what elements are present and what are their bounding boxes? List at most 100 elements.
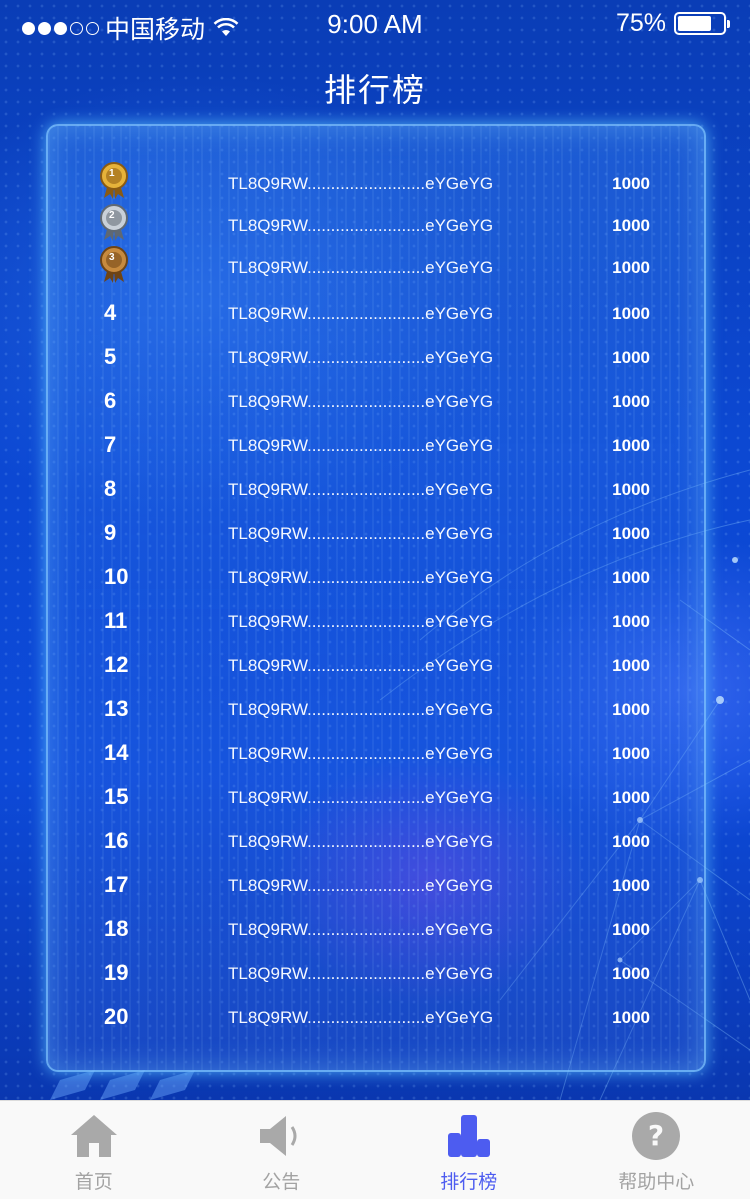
wallet-address: TL8Q9RW.........................eYGeYG [228, 876, 494, 895]
score-value: 1000 [612, 174, 650, 193]
svg-text:?: ? [648, 1119, 664, 1152]
tab-home[interactable]: 首页 [0, 1101, 188, 1199]
wallet-address: TL8Q9RW.........................eYGeYG [228, 258, 494, 277]
tab-label: 首页 [74, 1172, 113, 1193]
ranking-panel[interactable]: 1 TL8Q9RW.........................eYGeYG 1… [46, 124, 706, 1072]
ranking-row[interactable]: 13 TL8Q9RW.........................eYGeYG… [48, 692, 704, 736]
rank-number: 8 [104, 476, 117, 501]
score-value: 1000 [612, 876, 650, 895]
home-icon [68, 1111, 120, 1161]
ranking-row[interactable]: 19 TL8Q9RW.........................eYGeYG… [48, 956, 704, 1000]
rank-number: 9 [104, 520, 117, 545]
ranking-row[interactable]: 20 TL8Q9RW.........................eYGeYG… [48, 1000, 704, 1044]
speaker-icon [255, 1111, 307, 1161]
score-value: 1000 [612, 964, 650, 983]
score-value: 1000 [612, 700, 650, 719]
rank-number: 10 [104, 564, 129, 589]
score-value: 1000 [612, 744, 650, 763]
tab-help-center[interactable]: ? 帮助中心 [563, 1101, 750, 1199]
score-value: 1000 [612, 304, 650, 323]
wallet-address: TL8Q9RW.........................eYGeYG [228, 568, 494, 587]
rank-number: 14 [104, 740, 129, 765]
tab-label: 帮助中心 [618, 1172, 695, 1193]
score-value: 1000 [612, 348, 650, 367]
page-title: 排行榜 [323, 72, 426, 108]
rank-number: 7 [104, 432, 117, 457]
wallet-address: TL8Q9RW.........................eYGeYG [228, 700, 494, 719]
wallet-address: TL8Q9RW.........................eYGeYG [228, 964, 494, 983]
score-value: 1000 [612, 480, 650, 499]
ranking-row[interactable]: 6 TL8Q9RW.........................eYGeYG 1… [48, 384, 704, 428]
ranking-row[interactable]: 1 TL8Q9RW.........................eYGeYG 1… [48, 162, 704, 210]
wallet-address: TL8Q9RW.........................eYGeYG [228, 480, 494, 499]
wallet-address: TL8Q9RW.........................eYGeYG [228, 612, 494, 631]
wallet-address: TL8Q9RW.........................eYGeYG [228, 304, 494, 323]
wallet-address: TL8Q9RW.........................eYGeYG [228, 174, 494, 193]
score-value: 1000 [612, 656, 650, 675]
rank-number: 19 [104, 960, 129, 985]
wallet-address: TL8Q9RW.........................eYGeYG [228, 524, 494, 543]
rank-number: 4 [104, 300, 117, 325]
help-icon: ? [630, 1111, 682, 1161]
rank-number: 6 [104, 388, 117, 413]
wallet-address: TL8Q9RW.........................eYGeYG [228, 436, 494, 455]
ranking-row[interactable]: 8 TL8Q9RW.........................eYGeYG 1… [48, 472, 704, 516]
score-value: 1000 [612, 392, 650, 411]
tab-label: 公告 [262, 1172, 301, 1193]
rank-number: 17 [104, 872, 129, 897]
score-value: 1000 [612, 612, 650, 631]
ranking-icon [443, 1111, 495, 1161]
rank-number: 5 [104, 344, 117, 369]
rank-number: 3 [109, 252, 115, 263]
rank-number: 12 [104, 652, 129, 677]
wallet-address: TL8Q9RW.........................eYGeYG [228, 656, 494, 675]
rank-number: 18 [104, 916, 129, 941]
silver-medal-icon: 2 [100, 204, 128, 242]
ranking-row[interactable]: 15 TL8Q9RW.........................eYGeYG… [48, 780, 704, 824]
ranking-row[interactable]: 2 TL8Q9RW.........................eYGeYG 1… [48, 204, 704, 252]
bronze-medal-icon: 3 [100, 246, 128, 284]
score-value: 1000 [612, 524, 650, 543]
rank-number: 20 [104, 1004, 129, 1029]
score-value: 1000 [612, 1008, 650, 1027]
ranking-row[interactable]: 9 TL8Q9RW.........................eYGeYG 1… [48, 516, 704, 560]
ranking-row[interactable]: 16 TL8Q9RW.........................eYGeYG… [48, 824, 704, 868]
score-value: 1000 [612, 920, 650, 939]
ranking-row[interactable]: 4 TL8Q9RW.........................eYGeYG 1… [48, 296, 704, 340]
wallet-address: TL8Q9RW.........................eYGeYG [228, 1008, 494, 1027]
ranking-row[interactable]: 10 TL8Q9RW.........................eYGeYG… [48, 560, 704, 604]
wallet-address: TL8Q9RW.........................eYGeYG [228, 744, 494, 763]
wallet-address: TL8Q9RW.........................eYGeYG [228, 788, 494, 807]
tab-ranking[interactable]: 排行榜 [375, 1101, 563, 1199]
ranking-row[interactable]: 14 TL8Q9RW.........................eYGeYG… [48, 736, 704, 780]
rank-number: 13 [104, 696, 129, 721]
score-value: 1000 [612, 258, 650, 277]
wallet-address: TL8Q9RW.........................eYGeYG [228, 392, 494, 411]
rank-number: 1 [109, 168, 115, 179]
ranking-row[interactable]: 18 TL8Q9RW.........................eYGeYG… [48, 912, 704, 956]
wallet-address: TL8Q9RW.........................eYGeYG [228, 216, 494, 235]
wallet-address: TL8Q9RW.........................eYGeYG [228, 348, 494, 367]
ranking-row[interactable]: 7 TL8Q9RW.........................eYGeYG 1… [48, 428, 704, 472]
battery-percent: 75% [615, 9, 666, 37]
tab-announcements[interactable]: 公告 [188, 1101, 376, 1199]
rank-number: 11 [104, 608, 128, 633]
score-value: 1000 [612, 568, 650, 587]
ranking-row[interactable]: 12 TL8Q9RW.........................eYGeYG… [48, 648, 704, 692]
gold-medal-icon: 1 [100, 162, 128, 200]
score-value: 1000 [612, 832, 650, 851]
tab-bar: 首页 公告 排行榜 ? 帮助中心 [0, 1100, 750, 1199]
wallet-address: TL8Q9RW.........................eYGeYG [228, 832, 494, 851]
ranking-row[interactable]: 11 TL8Q9RW.........................eYGeYG… [48, 604, 704, 648]
ranking-row[interactable]: 17 TL8Q9RW.........................eYGeYG… [48, 868, 704, 912]
ranking-row[interactable]: 3 TL8Q9RW.........................eYGeYG 1… [48, 246, 704, 294]
rank-number: 16 [104, 828, 129, 853]
status-bar: 中国移动 9:00 AM 75% [0, 0, 750, 48]
rank-number: 2 [109, 210, 115, 221]
ranking-row[interactable]: 5 TL8Q9RW.........................eYGeYG 1… [48, 340, 704, 384]
wallet-address: TL8Q9RW.........................eYGeYG [228, 920, 494, 939]
rank-number: 15 [104, 784, 129, 809]
battery-icon [674, 12, 730, 35]
tab-label: 排行榜 [440, 1172, 498, 1193]
score-value: 1000 [612, 788, 650, 807]
